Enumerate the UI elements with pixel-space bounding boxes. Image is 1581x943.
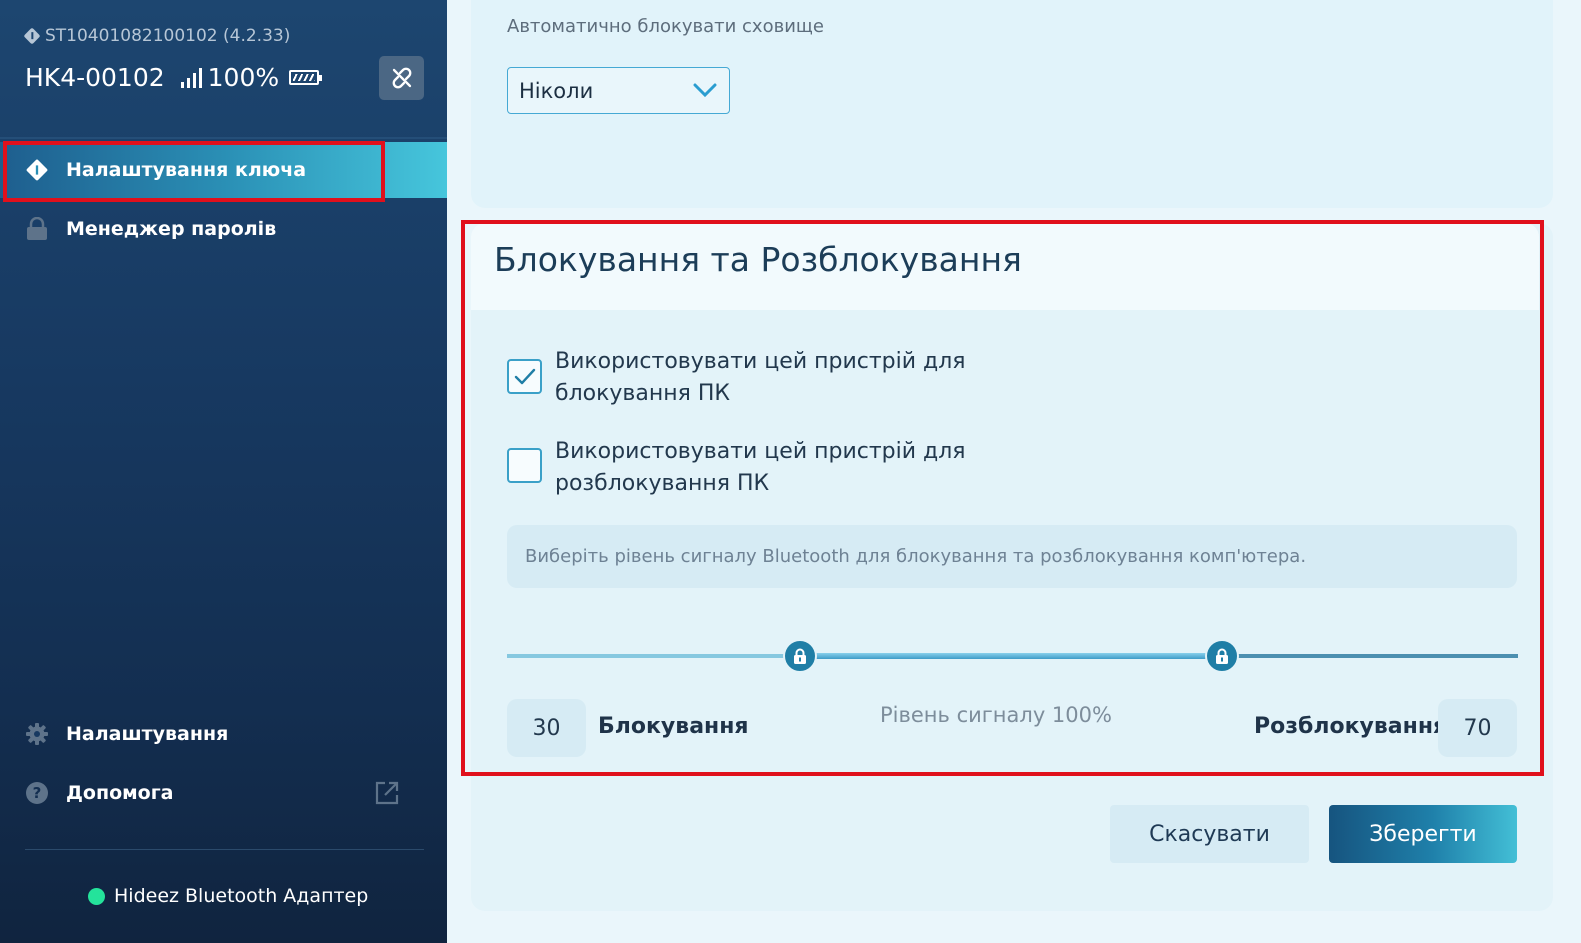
sidebar-item-label: Налаштування bbox=[66, 723, 229, 745]
signal-level-text: Рівень сигналу 100% bbox=[880, 703, 1112, 727]
unlink-icon bbox=[392, 67, 411, 89]
device-status-row: HK4-00102 100% bbox=[25, 63, 323, 92]
autolock-label: Автоматично блокувати сховище bbox=[507, 16, 824, 37]
external-link-icon bbox=[375, 781, 399, 805]
signal-info-box: Виберіть рівень сигналу Bluetooth для бл… bbox=[507, 525, 1517, 588]
sidebar-item-label: Допомога bbox=[66, 782, 174, 804]
save-button[interactable]: Зберегти bbox=[1329, 805, 1517, 863]
signal-info-text: Виберіть рівень сигналу Bluetooth для бл… bbox=[525, 546, 1307, 567]
svg-text:?: ? bbox=[33, 784, 42, 802]
device-name: HK4-00102 bbox=[25, 63, 165, 92]
battery-icon bbox=[289, 70, 323, 85]
sidebar-divider bbox=[25, 849, 424, 850]
device-icon bbox=[23, 27, 41, 45]
lock-icon bbox=[1216, 648, 1228, 664]
help-icon: ? bbox=[25, 781, 49, 805]
unlock-pc-checkbox[interactable] bbox=[507, 448, 542, 483]
checkmark-icon bbox=[514, 368, 535, 384]
gear-icon bbox=[25, 722, 49, 746]
lock-slider-handle[interactable] bbox=[783, 639, 817, 673]
cancel-button[interactable]: Скасувати bbox=[1110, 805, 1309, 863]
slider-track-range bbox=[800, 653, 1222, 659]
lock-icon bbox=[25, 217, 49, 241]
sidebar-item-help[interactable]: ? Допомога bbox=[0, 765, 447, 821]
key-diamond-icon bbox=[25, 158, 49, 182]
adapter-status-text: Hideez Bluetooth Адаптер bbox=[114, 885, 369, 907]
adapter-status: Hideez Bluetooth Адаптер bbox=[88, 885, 368, 907]
autolock-select[interactable]: Ніколи bbox=[507, 67, 730, 114]
unlock-slider-handle[interactable] bbox=[1205, 639, 1239, 673]
slider-track-lock-zone bbox=[507, 654, 800, 658]
lock-pc-checkbox[interactable] bbox=[507, 359, 542, 394]
signal-icon bbox=[180, 67, 202, 88]
sidebar-item-label: Менеджер паролів bbox=[66, 218, 277, 240]
lock-pc-label: Використовувати цей пристрій для блокува… bbox=[555, 349, 966, 406]
signal-percent: 100% bbox=[207, 63, 280, 92]
device-serial-text: ST10401082100102 (4.2.33) bbox=[45, 26, 291, 46]
disconnect-button[interactable] bbox=[379, 56, 424, 100]
status-dot-icon bbox=[88, 887, 105, 905]
sidebar-divider bbox=[0, 137, 447, 139]
lock-value-input[interactable]: 30 bbox=[507, 699, 586, 757]
unlock-value-label: Розблокування bbox=[1254, 714, 1448, 739]
slider-track-unlock-zone bbox=[1222, 654, 1518, 658]
sidebar-item-key-settings[interactable]: Налаштування ключа bbox=[0, 142, 447, 198]
sidebar-item-label: Налаштування ключа bbox=[66, 159, 307, 181]
autolock-select-value: Ніколи bbox=[519, 78, 594, 103]
lock-value-label: Блокування bbox=[598, 714, 749, 739]
device-serial: ST10401082100102 (4.2.33) bbox=[23, 26, 291, 46]
chevron-down-icon bbox=[693, 83, 717, 98]
section-title: Блокування та Розблокування bbox=[494, 240, 1022, 279]
lock-icon bbox=[794, 648, 806, 664]
sidebar: ST10401082100102 (4.2.33) HK4-00102 100%… bbox=[0, 0, 447, 943]
sidebar-item-password-manager[interactable]: Менеджер паролів bbox=[0, 201, 447, 257]
sidebar-item-settings[interactable]: Налаштування bbox=[0, 706, 447, 762]
unlock-pc-label: Використовувати цей пристрій для розблок… bbox=[555, 439, 966, 496]
unlock-value-input[interactable]: 70 bbox=[1438, 699, 1517, 757]
